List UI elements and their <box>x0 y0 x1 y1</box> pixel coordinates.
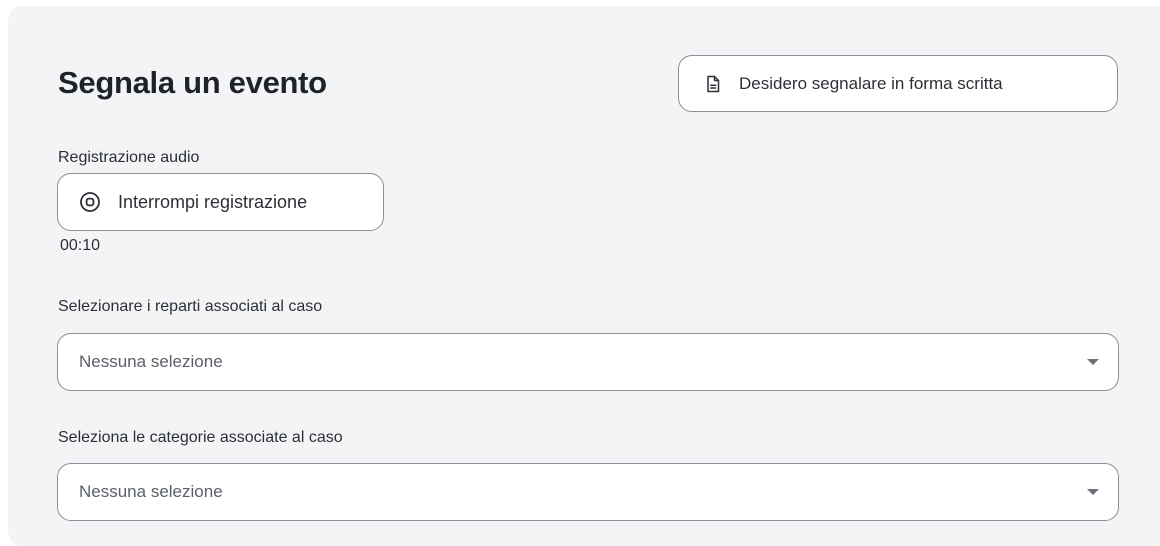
document-icon <box>703 74 723 94</box>
stop-recording-button[interactable]: Interrompi registrazione <box>57 173 384 231</box>
categories-select-value: Nessuna selezione <box>79 482 223 501</box>
page-title: Segnala un evento <box>58 65 327 100</box>
departments-label: Selezionare i reparti associati al caso <box>58 298 323 315</box>
chevron-down-icon <box>1087 489 1099 495</box>
categories-label: Seleziona le categorie associate al caso <box>58 429 343 446</box>
categories-select[interactable]: Nessuna selezione <box>57 463 1119 521</box>
departments-select-value: Nessuna selezione <box>79 352 223 371</box>
written-report-button-label: Desidero segnalare in forma scritta <box>739 73 1003 93</box>
departments-select[interactable]: Nessuna selezione <box>57 333 1119 391</box>
recording-timer: 00:10 <box>60 237 101 254</box>
audio-recording-label: Registrazione audio <box>58 149 200 166</box>
chevron-down-icon <box>1087 359 1099 365</box>
written-report-button[interactable]: Desidero segnalare in forma scritta <box>678 55 1118 112</box>
stop-recording-label: Interrompi registrazione <box>118 191 308 212</box>
stop-record-icon <box>79 191 101 213</box>
